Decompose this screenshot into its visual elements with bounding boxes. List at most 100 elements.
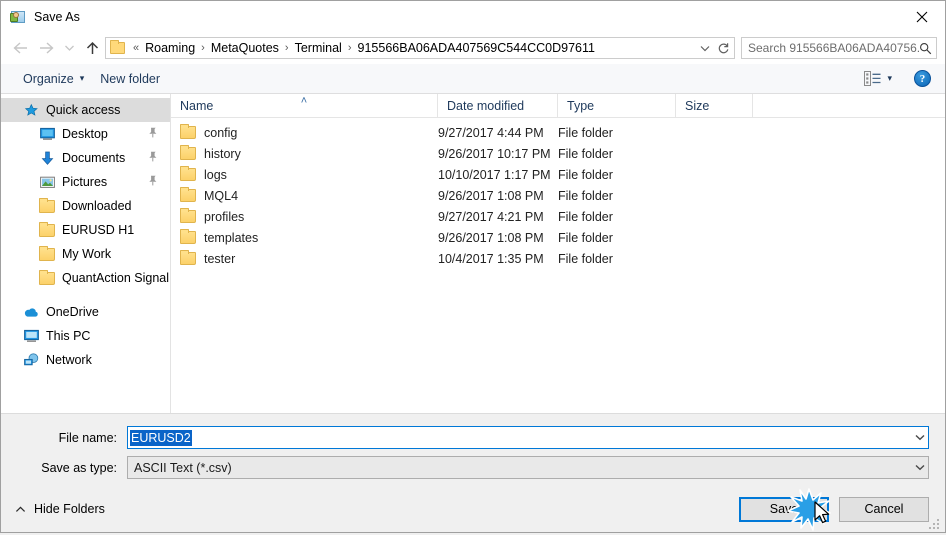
refresh-icon [718,42,728,53]
file-type-cell: File folder [558,230,613,245]
sidebar-item-pictures[interactable]: Pictures [1,170,170,194]
file-date-cell: 9/27/2017 4:44 PM [438,125,544,140]
new-folder-button[interactable]: New folder [92,67,168,91]
up-button[interactable] [79,36,105,60]
column-header-size[interactable]: Size [676,94,753,117]
breadcrumb-item-metaquotes[interactable]: MetaQuotes [209,41,281,55]
folder-icon [110,40,125,54]
view-mode-button[interactable]: ▾ [860,71,896,86]
table-row[interactable]: tester 10/4/2017 1:35 PM File folder [171,248,945,269]
file-name-label: MQL4 [204,188,239,203]
column-header-date-modified[interactable]: Date modified [438,94,558,117]
organize-button[interactable]: Organize ▾ [15,67,92,91]
pictures-icon [39,174,55,190]
table-row[interactable]: history 9/26/2017 10:17 PM File folder [171,143,945,164]
sidebar-item-eurusd-h1[interactable]: EURUSD H1 [1,218,170,242]
refresh-button[interactable] [714,38,732,58]
view-chevron-down-icon: ▾ [887,73,892,83]
save-label: Save [769,502,799,516]
file-name-dropdown-button[interactable] [911,427,928,448]
column-header-type[interactable]: Type [558,94,676,117]
breadcrumb-item-terminal[interactable]: Terminal [293,41,344,55]
pin-icon[interactable] [148,175,158,189]
this-pc-icon [23,328,39,344]
sidebar-item-onedrive[interactable]: OneDrive [1,300,170,324]
table-row[interactable]: profiles 9/27/2017 4:21 PM File folder [171,206,945,227]
sidebar-item-desktop[interactable]: Desktop [1,122,170,146]
sidebar-item-label: This PC [46,329,91,343]
table-row[interactable]: templates 9/26/2017 1:08 PM File folder [171,227,945,248]
chevron-down-icon [700,45,710,51]
sidebar-item-label: OneDrive [46,305,99,319]
address-dropdown-button[interactable] [696,38,714,58]
table-row[interactable]: config 9/27/2017 4:44 PM File folder [171,122,945,143]
file-type-cell: File folder [558,209,613,224]
breadcrumb-separator: › [347,42,352,54]
cancel-label: Cancel [864,502,904,516]
sidebar-item-quantaction-signal[interactable]: QuantAction Signal [1,266,170,290]
save-as-type-label: Save as type: [41,460,117,475]
sort-ascending-icon: ˄ [300,95,308,107]
hide-folders-button[interactable]: Hide Folders [15,502,105,516]
sidebar-item-label: QuantAction Signal [62,271,170,285]
pin-icon[interactable] [148,127,158,141]
folder-icon [180,166,196,181]
pin-icon[interactable] [148,151,158,165]
sidebar-item-label: Quick access [46,103,121,117]
recent-locations-button[interactable] [59,36,79,60]
navigation-sidebar: Quick access Desktop Documents Pictures … [1,94,171,413]
table-row[interactable]: logs 10/10/2017 1:17 PM File folder [171,164,945,185]
resize-grip[interactable] [929,517,941,529]
folder-icon [39,221,55,238]
column-header-label: Name [180,98,214,113]
cancel-button[interactable]: Cancel [839,496,929,522]
view-layout-icon [864,71,881,86]
save-as-type-dropdown-button[interactable] [911,457,928,478]
file-type-cell: File folder [558,188,613,203]
file-name-cell: tester [171,250,438,266]
file-name-label: profiles [204,209,245,224]
column-header-name[interactable]: Name ˄ [171,94,438,117]
sidebar-item-label: My Work [62,247,112,261]
forward-button[interactable] [33,36,59,60]
file-type-cell: File folder [558,146,613,161]
search-icon [920,42,932,54]
file-name-label: tester [204,251,236,266]
sidebar-item-documents[interactable]: Documents [1,146,170,170]
breadcrumb-overflow[interactable]: « [129,42,143,54]
save-button[interactable]: Save [739,496,829,522]
window-title: Save As [34,9,80,24]
sidebar-item-network[interactable]: Network [1,348,170,372]
file-name-input[interactable]: EURUSD2 [127,426,929,449]
back-button[interactable] [7,36,33,60]
search-box[interactable]: Search 915566BA06ADA40756... [741,37,937,59]
address-bar[interactable]: « Roaming › MetaQuotes › Terminal › 9155… [105,37,735,59]
folder-icon [180,208,196,223]
breadcrumb-separator: › [201,42,205,54]
dialog-footer: Hide Folders Save Cancel [1,486,945,532]
help-label: ? [919,72,926,85]
sidebar-item-label: Network [46,353,92,367]
file-name-row: File name: EURUSD2 [17,426,929,449]
save-as-dialog: Save As « Roaming › MetaQuotes › Termina… [0,0,946,533]
forward-arrow-icon [39,42,54,54]
folder-icon [39,269,55,286]
table-row[interactable]: MQL4 9/26/2017 1:08 PM File folder [171,185,945,206]
new-folder-label: New folder [100,71,161,86]
close-button[interactable] [899,1,945,32]
sidebar-item-my-work[interactable]: My Work [1,242,170,266]
file-type-cell: File folder [558,125,613,140]
folder-icon [39,245,55,262]
breadcrumb-item-roaming[interactable]: Roaming [143,41,197,55]
file-date-cell: 9/26/2017 10:17 PM [438,146,551,161]
file-type-cell: File folder [558,251,613,266]
sidebar-item-this-pc[interactable]: This PC [1,324,170,348]
sidebar-item-downloaded[interactable]: Downloaded [1,194,170,218]
help-button[interactable]: ? [914,70,931,87]
file-name-cell: profiles [171,208,438,224]
save-as-type-select[interactable]: ASCII Text (*.csv) [127,456,929,479]
breadcrumb-item-terminal-id[interactable]: 915566BA06ADA407569C544CC0D97611 [356,41,597,55]
search-input[interactable]: Search 915566BA06ADA40756... [748,41,919,55]
sidebar-item-label: Downloaded [62,199,132,213]
sidebar-item-quick-access[interactable]: Quick access [1,98,170,122]
